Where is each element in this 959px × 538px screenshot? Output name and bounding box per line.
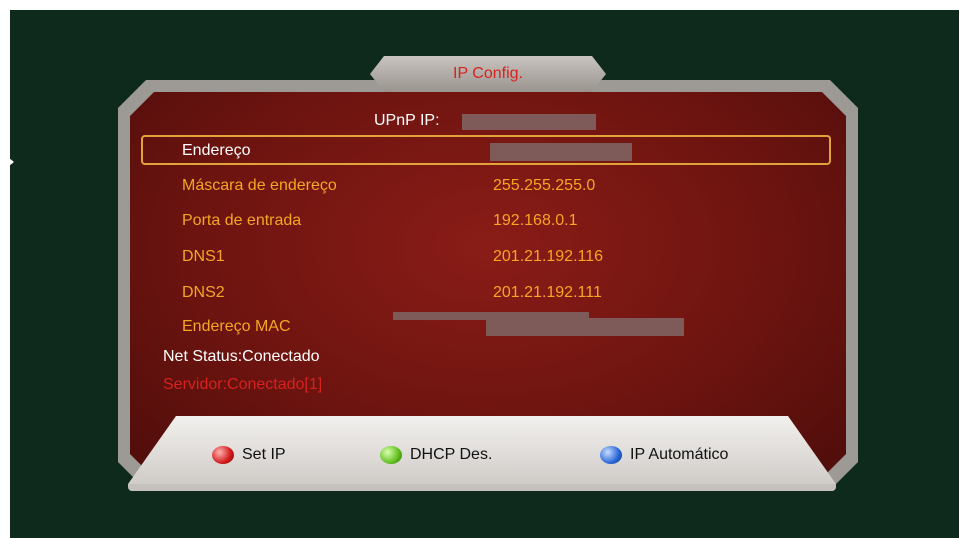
upnp-ip-label: UPnP IP: <box>374 112 440 129</box>
field-value-gateway[interactable]: 192.168.0.1 <box>493 212 578 230</box>
field-value-netmask[interactable]: 255.255.255.0 <box>493 177 595 195</box>
field-label-address[interactable]: Endereço <box>182 142 251 160</box>
field-label-dns2[interactable]: DNS2 <box>182 284 225 302</box>
set-ip-button[interactable]: Set IP <box>212 446 286 464</box>
field-value-dns1[interactable]: 201.21.192.116 <box>493 248 603 266</box>
mouse-cursor-icon <box>9 158 14 166</box>
blue-key-icon <box>600 446 622 464</box>
field-label-netmask[interactable]: Máscara de endereço <box>182 177 337 195</box>
auto-ip-label: IP Automático <box>630 446 729 463</box>
button-tray-edge <box>128 484 836 491</box>
upnp-ip-redacted <box>462 114 596 130</box>
mac-value-redacted <box>486 318 684 336</box>
address-value-redacted[interactable] <box>490 143 632 161</box>
dialog-title-tab: IP Config. <box>370 56 606 92</box>
server-status-text: Servidor:Conectado[1] <box>163 376 323 393</box>
auto-ip-button[interactable]: IP Automático <box>600 446 728 464</box>
field-value-dns2[interactable]: 201.21.192.111 <box>493 284 602 302</box>
field-label-gateway[interactable]: Porta de entrada <box>182 212 301 230</box>
dhcp-label: DHCP Des. <box>410 446 493 463</box>
red-key-icon <box>212 446 234 464</box>
green-key-icon <box>380 446 402 464</box>
dhcp-button[interactable]: DHCP Des. <box>380 446 492 464</box>
set-ip-label: Set IP <box>242 446 286 463</box>
field-label-dns1[interactable]: DNS1 <box>182 248 225 266</box>
dialog-title: IP Config. <box>453 65 523 82</box>
net-status-text: Net Status:Conectado <box>163 348 320 365</box>
field-label-mac: Endereço MAC <box>182 318 291 335</box>
